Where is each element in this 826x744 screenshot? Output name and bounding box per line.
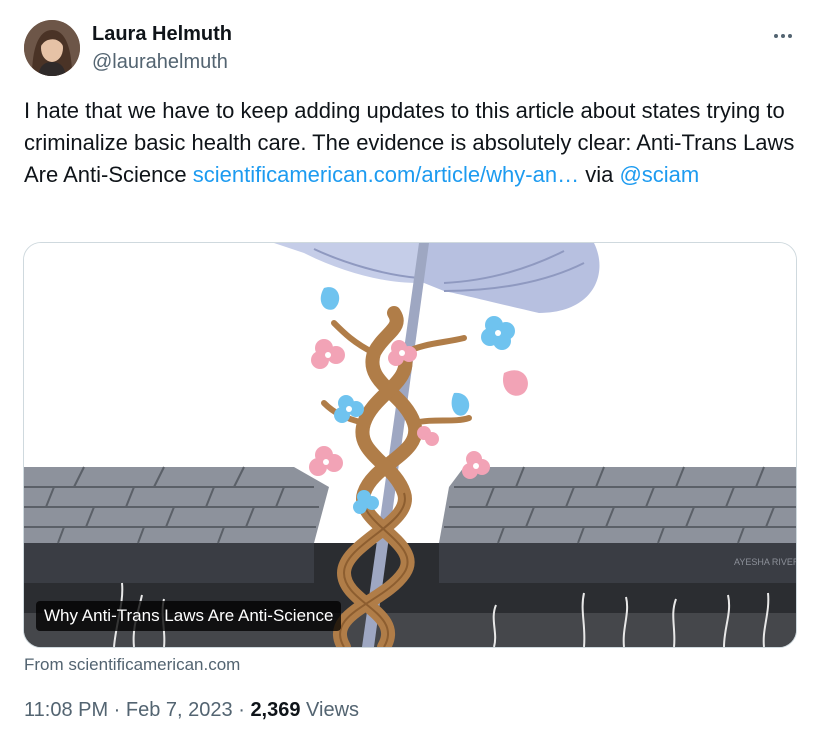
views-label: Views [300,699,360,721]
avatar-image [24,20,80,76]
views-count: 2,369 [250,699,301,721]
meta-separator: · [108,699,126,721]
more-options-button[interactable] [766,26,798,46]
tweet-meta: 11:08 PM · Feb 7, 2023 · 2,369 Views [24,696,359,724]
author-avatar[interactable] [24,20,80,76]
tweet-date[interactable]: Feb 7, 2023 [126,699,233,721]
meta-separator: · [232,699,251,721]
card-title[interactable]: Why Anti-Trans Laws Are Anti-Science [36,601,342,631]
more-dots-icon [774,34,792,38]
card-domain[interactable]: From scientificamerican.com [24,654,240,676]
link-card[interactable]: AYESHA RIVERA [23,242,797,648]
card-image: AYESHA RIVERA [24,243,796,647]
tweet-text: I hate that we have to keep adding updat… [24,95,802,191]
tweet-time[interactable]: 11:08 PM [24,699,108,721]
author-name[interactable]: Laura Helmuth [92,22,232,46]
article-link[interactable]: scientificamerican.com/article/why-an… [193,162,579,187]
image-signature: AYESHA RIVERA [734,557,796,567]
tweet-text-part2: via [579,162,620,187]
mention-link[interactable]: @sciam [619,162,699,187]
author-handle[interactable]: @laurahelmuth [92,50,228,74]
